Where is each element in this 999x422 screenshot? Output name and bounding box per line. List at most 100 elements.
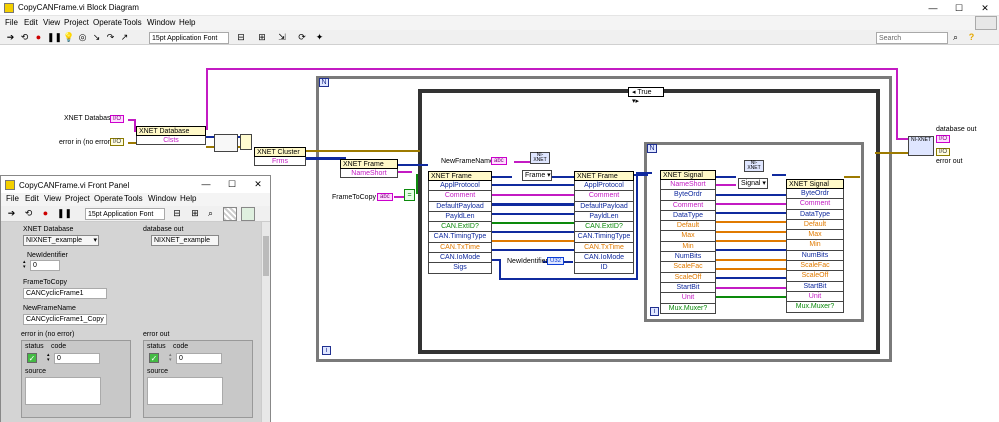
- xnet-database-terminal[interactable]: I/O: [110, 115, 125, 123]
- signal1-prop-nameshort[interactable]: NameShort: [660, 180, 716, 191]
- fp-menu-operate[interactable]: Operate: [94, 194, 123, 203]
- cleanup-diagram-icon[interactable]: ✦: [314, 32, 325, 43]
- signal2-prop-min[interactable]: Min: [786, 240, 844, 251]
- signal1-prop-unit[interactable]: Unit: [660, 293, 716, 304]
- run-continuous-icon[interactable]: ⟲: [19, 32, 30, 43]
- font-select[interactable]: 15pt Application Font: [149, 32, 229, 44]
- frame-to-copy-terminal[interactable]: abc: [377, 193, 393, 201]
- merge-errors-node[interactable]: [240, 134, 252, 150]
- frame3-prop-iomode[interactable]: CAN.IoMode: [574, 253, 634, 264]
- fp-menu-help[interactable]: Help: [180, 194, 196, 203]
- frame2-prop-iomode[interactable]: CAN.IoMode: [428, 253, 492, 264]
- signal2-prop-scalefac[interactable]: ScaleFac: [786, 261, 844, 272]
- frame3-prop-comment[interactable]: Comment: [574, 191, 634, 202]
- search-icon[interactable]: ⌕: [950, 32, 961, 43]
- close-database-node[interactable]: NI-XNET: [908, 136, 934, 156]
- signal2-prop-unit[interactable]: Unit: [786, 291, 844, 303]
- frame2-prop-extid[interactable]: CAN.ExtID?: [428, 222, 492, 233]
- signal2-prop-numbits[interactable]: NumBits: [786, 250, 844, 262]
- signal-class-selector[interactable]: Signal ▾: [738, 178, 768, 189]
- fp-menu-project[interactable]: Project: [65, 194, 90, 203]
- fp-xnet-database-control[interactable]: NIXNET_example ▾: [23, 235, 99, 246]
- front-panel-surface[interactable]: XNET Database NIXNET_example ▾ database …: [1, 222, 261, 422]
- fp-search-icon[interactable]: ⌕: [205, 208, 216, 219]
- menu-operate[interactable]: Operate: [93, 18, 122, 27]
- fp-run-continuous-icon[interactable]: ⟲: [23, 208, 34, 219]
- create-signal-node[interactable]: NI-XNET: [744, 160, 764, 172]
- signal1-prop-default[interactable]: Default: [660, 221, 716, 232]
- menu-edit[interactable]: Edit: [24, 18, 38, 27]
- fp-maximize-button[interactable]: ☐: [219, 176, 245, 192]
- frame3-prop-extid[interactable]: CAN.ExtID?: [574, 222, 634, 233]
- menu-file[interactable]: File: [5, 18, 18, 27]
- fp-close-button[interactable]: ✕: [245, 176, 271, 192]
- new-identifier-terminal[interactable]: U32: [547, 257, 565, 265]
- fp-menu-window[interactable]: Window: [148, 194, 176, 203]
- fp-menu-view[interactable]: View: [44, 194, 61, 203]
- step-into-icon[interactable]: ↘: [91, 32, 102, 43]
- error-in-terminal[interactable]: I/O: [110, 138, 125, 146]
- close-button[interactable]: ✕: [972, 0, 998, 16]
- step-over-icon[interactable]: ↷: [105, 32, 116, 43]
- fp-error-in-code-control[interactable]: 0: [54, 353, 100, 364]
- frame2-prop-sigs[interactable]: Sigs: [428, 263, 492, 274]
- signal-node-2-header[interactable]: XNET Signal: [786, 179, 844, 189]
- signal1-prop-startbit[interactable]: StartBit: [660, 282, 716, 294]
- frame2-prop-timingtype[interactable]: CAN.TimingType: [428, 232, 492, 243]
- fp-font-select[interactable]: 15pt Application Font: [85, 208, 165, 220]
- minimize-button[interactable]: —: [920, 0, 946, 16]
- signal2-prop-byteordr[interactable]: ByteOrdr: [786, 189, 844, 200]
- fp-minimize-button[interactable]: —: [193, 176, 219, 192]
- frame2-prop-applprotocol[interactable]: ApplProtocol: [428, 181, 492, 192]
- signal1-prop-scalefac[interactable]: ScaleFac: [660, 262, 716, 273]
- menu-tools[interactable]: Tools: [123, 18, 142, 27]
- db-property-node-header[interactable]: XNET Database: [136, 126, 206, 136]
- frame-node-1-nameshort[interactable]: NameShort: [340, 169, 398, 179]
- signal2-prop-default[interactable]: Default: [786, 219, 844, 231]
- fp-new-identifier-increment-icon[interactable]: ▴ ▾: [23, 260, 29, 271]
- fp-align-icon[interactable]: ⊟: [169, 208, 185, 219]
- frame3-prop-payldlen[interactable]: PayldLen: [574, 211, 634, 223]
- signal2-prop-max[interactable]: Max: [786, 230, 844, 241]
- signal2-prop-scaleoff[interactable]: ScaleOff: [786, 271, 844, 282]
- signal1-prop-muxer[interactable]: Mux.Muxer?: [660, 303, 716, 314]
- fp-connector-pane-icon[interactable]: [223, 207, 237, 221]
- menu-project[interactable]: Project: [64, 18, 89, 27]
- front-panel-window[interactable]: CopyCANFrame.vi Front Panel — ☐ ✕ File E…: [0, 175, 271, 422]
- frame-node-3-header[interactable]: XNET Frame: [574, 171, 634, 181]
- fp-error-in-code-increment-icon[interactable]: ▴ ▾: [47, 353, 53, 364]
- fp-scrollbar-thumb[interactable]: [263, 236, 269, 276]
- signal1-prop-max[interactable]: Max: [660, 231, 716, 242]
- menu-view[interactable]: View: [43, 18, 60, 27]
- maximize-button[interactable]: ☐: [946, 0, 972, 16]
- error-out-terminal[interactable]: I/O: [936, 148, 951, 156]
- frame-node-2-header[interactable]: XNET Frame: [428, 171, 492, 181]
- fp-menu-edit[interactable]: Edit: [25, 194, 39, 203]
- frame-node-1-header[interactable]: XNET Frame: [340, 159, 398, 169]
- signal2-prop-datatype[interactable]: DataType: [786, 209, 844, 220]
- frame2-prop-txtime[interactable]: CAN.TxTime: [428, 242, 492, 254]
- step-out-icon[interactable]: ↗: [119, 32, 130, 43]
- signal2-prop-startbit[interactable]: StartBit: [786, 281, 844, 292]
- highlight-execution-icon[interactable]: 💡: [63, 32, 74, 43]
- cluster-property-node-header[interactable]: XNET Cluster: [254, 147, 306, 157]
- create-frame-node[interactable]: NI-XNET: [530, 152, 550, 164]
- frame3-prop-applprotocol[interactable]: ApplProtocol: [574, 181, 634, 192]
- fp-error-in-status-led[interactable]: ✓: [27, 353, 37, 363]
- fp-menu-file[interactable]: File: [6, 194, 19, 203]
- signal1-prop-comment[interactable]: Comment: [660, 200, 716, 211]
- fp-abort-icon[interactable]: ●: [40, 208, 51, 219]
- distribute-objects-icon[interactable]: ⊞: [254, 32, 270, 43]
- index-array-node[interactable]: [214, 134, 238, 152]
- frame3-prop-timingtype[interactable]: CAN.TimingType: [574, 232, 634, 243]
- frame3-prop-txtime[interactable]: CAN.TxTime: [574, 242, 634, 254]
- align-objects-icon[interactable]: ⊟: [233, 32, 249, 43]
- frame-class-selector[interactable]: Frame ▾: [522, 170, 552, 181]
- resize-objects-icon[interactable]: ⇲: [275, 32, 289, 43]
- fp-run-arrow-icon[interactable]: ➔: [6, 208, 17, 219]
- menu-window[interactable]: Window: [147, 18, 175, 27]
- help-icon[interactable]: ?: [966, 32, 977, 43]
- frame2-prop-payldlen[interactable]: PayldLen: [428, 211, 492, 223]
- equal-node[interactable]: =: [404, 189, 415, 201]
- fp-vertical-scrollbar[interactable]: [261, 222, 270, 422]
